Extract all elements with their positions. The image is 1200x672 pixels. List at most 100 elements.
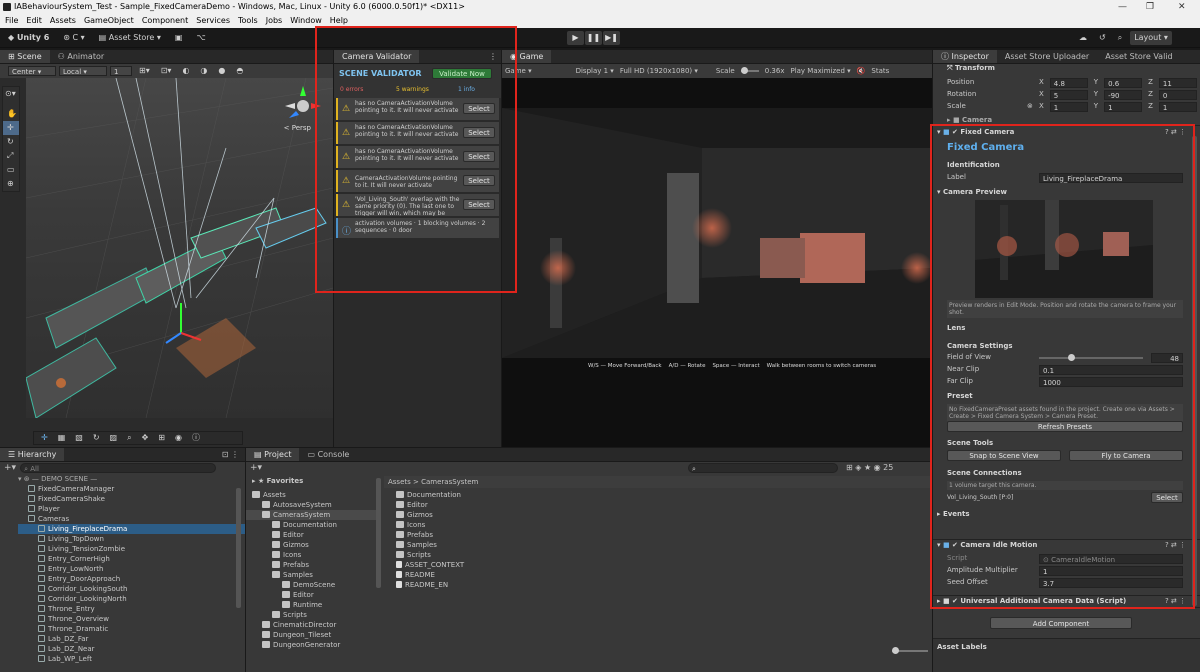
resolution-dropdown[interactable]: Full HD (1920x1080) ▾ <box>620 67 698 75</box>
scale-z-field[interactable]: 1 <box>1158 102 1197 112</box>
menu-component[interactable]: Component <box>138 14 192 28</box>
grid-icon[interactable]: ⊞▾ <box>135 64 154 78</box>
unity-account-button[interactable]: ◆ Unity 6 <box>4 31 53 45</box>
project-folder-item[interactable]: Editor <box>246 530 380 540</box>
project-folder-item[interactable]: Scripts <box>246 610 380 620</box>
tab-asset-store-validator[interactable]: Asset Store Valid <box>1097 50 1180 63</box>
position-y-field[interactable]: 0.6 <box>1104 78 1143 88</box>
overlay-search-icon[interactable]: ⌕ <box>123 431 135 445</box>
project-tree-scrollbar[interactable] <box>376 478 381 588</box>
shading-icon[interactable]: ◐ <box>178 64 193 78</box>
menu-assets[interactable]: Assets <box>46 14 80 28</box>
transform-header[interactable]: ⤧ Transform <box>947 64 995 73</box>
project-folder-item[interactable]: Editor <box>246 590 380 600</box>
layout-dropdown[interactable]: Layout ▾ <box>1130 31 1172 45</box>
scale-slider[interactable] <box>740 67 759 74</box>
create-button[interactable]: +▾ <box>4 463 16 473</box>
hierarchy-item[interactable]: Living_TensionZombie <box>18 544 245 554</box>
scale-x-field[interactable]: 1 <box>1049 102 1088 112</box>
project-folder-item[interactable]: Dungeon_Tileset <box>246 630 380 640</box>
hierarchy-item[interactable]: Living_TopDown <box>18 534 245 544</box>
project-folder-item[interactable]: CamerasSystem <box>246 510 380 520</box>
camera-component-header[interactable]: ▸ ■ Camera <box>947 116 992 124</box>
rotation-y-field[interactable]: -90 <box>1104 90 1143 100</box>
package-icon[interactable]: ▣ <box>171 31 187 45</box>
play-button[interactable]: ▶ <box>567 31 584 45</box>
menu-jobs[interactable]: Jobs <box>262 14 287 28</box>
project-folder-item[interactable]: Assets <box>246 490 380 500</box>
zoom-slider[interactable] <box>892 647 928 654</box>
cloud-icon[interactable]: ☁ <box>1075 31 1091 45</box>
snap-icon[interactable]: ⊡▾ <box>157 64 176 78</box>
project-filter-icons[interactable]: ⊞ ◈ ★ ◉ 25 <box>846 463 893 472</box>
play-mode-dropdown[interactable]: Play Maximized ▾ <box>790 67 850 75</box>
hierarchy-item[interactable]: Entry_LowNorth <box>18 564 245 574</box>
view-dropdown-icon[interactable]: ⊙▾ <box>3 87 19 101</box>
project-asset-item[interactable]: Documentation <box>396 490 932 500</box>
project-folder-item[interactable]: Samples <box>246 570 380 580</box>
project-folder-item[interactable]: Icons <box>246 550 380 560</box>
hierarchy-item[interactable]: FixedCameraShake <box>18 494 245 504</box>
display-dropdown[interactable]: Display 1 ▾ <box>576 67 614 75</box>
tab-project[interactable]: ▤ Project <box>246 448 300 461</box>
transform-tool-icon[interactable]: ⊕ <box>3 177 19 191</box>
rotation-x-field[interactable]: 5 <box>1049 90 1088 100</box>
scale-tool-icon[interactable]: ⤢ <box>3 149 19 163</box>
project-asset-item[interactable]: ASSET_CONTEXT <box>396 560 932 570</box>
project-asset-item[interactable]: Editor <box>396 500 932 510</box>
project-folder-item[interactable]: CinematicDirector <box>246 620 380 630</box>
menu-edit[interactable]: Edit <box>22 14 46 28</box>
hierarchy-item[interactable]: Throne_Overview <box>18 614 245 624</box>
version-control-icon[interactable]: ⌥ <box>192 31 209 45</box>
rotation-z-field[interactable]: 0 <box>1158 90 1197 100</box>
close-button[interactable]: ✕ <box>1178 0 1186 14</box>
asset-store-button[interactable]: ▤ Asset Store ▾ <box>95 31 165 45</box>
project-asset-item[interactable]: Icons <box>396 520 932 530</box>
tab-inspector[interactable]: ⓘ Inspector <box>933 50 997 63</box>
scene-viewport[interactable]: < Persp <box>26 78 333 418</box>
position-z-field[interactable]: 11 <box>1158 78 1197 88</box>
pause-button[interactable]: ❚❚ <box>585 31 602 45</box>
tab-asset-store-uploader[interactable]: Asset Store Uploader <box>997 50 1097 63</box>
add-component-button[interactable]: Add Component <box>990 617 1132 629</box>
hierarchy-search-input[interactable]: ⌕ All <box>20 463 217 473</box>
hierarchy-item[interactable]: Corridor_LookingNorth <box>18 594 245 604</box>
rotate-tool-icon[interactable]: ↻ <box>3 135 19 149</box>
project-folder-item[interactable]: Runtime <box>246 600 380 610</box>
move-tool-icon[interactable]: ✛ <box>3 121 19 135</box>
overlay-info-icon[interactable]: ⓘ <box>188 431 204 445</box>
overlay-rotate-icon[interactable]: ↻ <box>89 431 104 445</box>
project-asset-item[interactable]: Prefabs <box>396 530 932 540</box>
hierarchy-item[interactable]: Entry_CornerHigh <box>18 554 245 564</box>
overlay-tile-icon[interactable]: ▦ <box>54 431 70 445</box>
menu-services[interactable]: Services <box>192 14 234 28</box>
project-asset-item[interactable]: Samples <box>396 540 932 550</box>
overlay-paint-icon[interactable]: ▧ <box>71 431 87 445</box>
menu-file[interactable]: File <box>1 14 22 28</box>
project-folder-item[interactable]: Prefabs <box>246 560 380 570</box>
asset-labels-title[interactable]: Asset Labels <box>937 643 987 651</box>
project-folder-item[interactable]: DungeonGenerator <box>246 640 380 650</box>
hierarchy-item[interactable]: FixedCameraManager <box>18 484 245 494</box>
hierarchy-item[interactable]: Player <box>18 504 245 514</box>
minimize-button[interactable]: — <box>1118 0 1127 14</box>
render-mode-icon[interactable]: ● <box>214 64 229 78</box>
step-button[interactable]: ▶❚ <box>603 31 620 45</box>
menu-gameobject[interactable]: GameObject <box>80 14 138 28</box>
scale-y-field[interactable]: 1 <box>1104 102 1143 112</box>
pivot-dropdown[interactable]: Center ▾ <box>8 66 56 76</box>
project-folder-item[interactable]: DemoScene <box>246 580 380 590</box>
hierarchy-item[interactable]: Lab_DZ_Far <box>18 634 245 644</box>
hand-tool-icon[interactable]: ✋ <box>3 107 19 121</box>
hierarchy-item[interactable]: Lab_WP_Left <box>18 654 245 664</box>
project-folder-item[interactable]: Gizmos <box>246 540 380 550</box>
overlay-select-icon[interactable]: ▨ <box>106 431 122 445</box>
persp-label[interactable]: < Persp <box>284 124 311 132</box>
project-asset-item[interactable]: README_EN <box>396 580 932 590</box>
tab-scene[interactable]: ⊞ Scene <box>0 50 50 63</box>
project-create-button[interactable]: +▾ <box>250 463 262 473</box>
project-breadcrumb[interactable]: Assets > CamerasSystem <box>384 476 932 488</box>
overlay-grid-icon[interactable]: ⊞ <box>154 431 169 445</box>
project-folder-item[interactable]: Documentation <box>246 520 380 530</box>
rect-tool-icon[interactable]: ▭ <box>3 163 19 177</box>
